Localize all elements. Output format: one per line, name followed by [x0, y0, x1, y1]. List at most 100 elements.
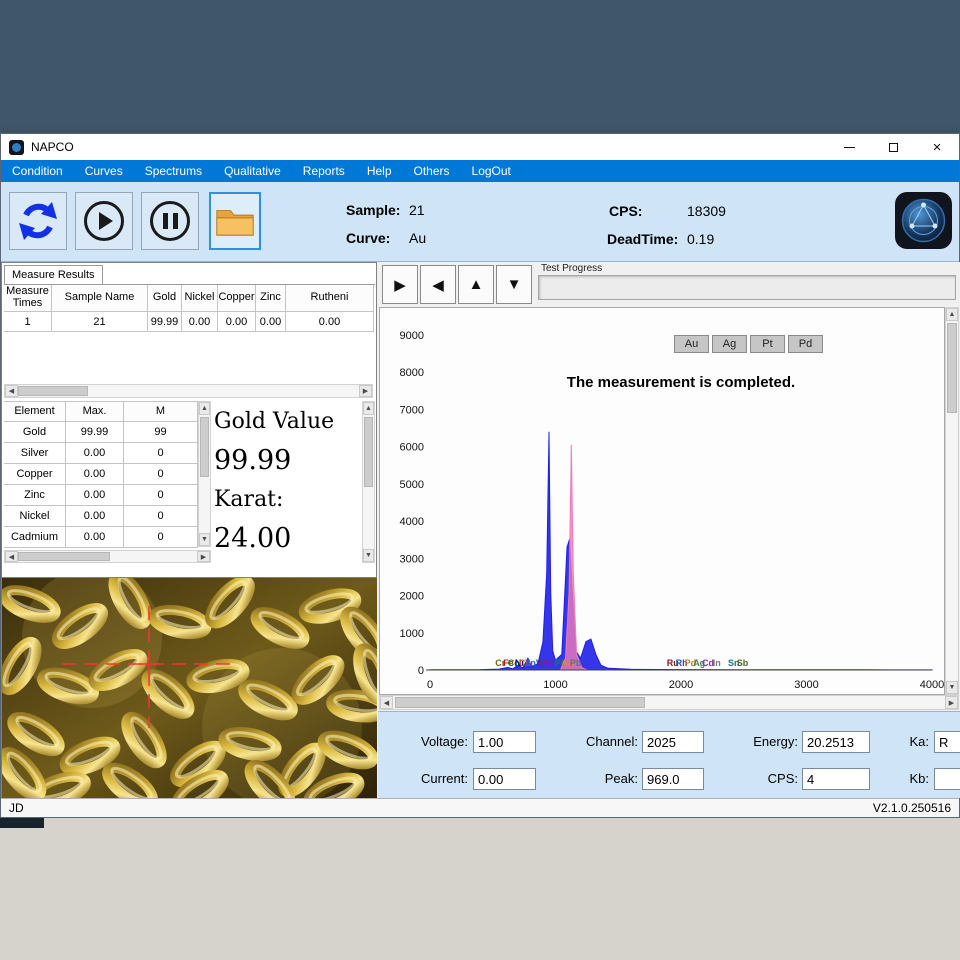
chart-nav-strip: ▶ ◀ ▲ ▼ Test Progress [378, 262, 960, 307]
element-button-ag[interactable]: Ag [712, 335, 747, 353]
element-vscrollbar[interactable]: ▲ ▼ [198, 401, 211, 547]
nav-down-button[interactable]: ▼ [496, 265, 532, 304]
results-column-header: Sample Name [52, 285, 148, 312]
gold-value-title: Gold Value [214, 403, 360, 441]
element-button-au[interactable]: Au [674, 335, 709, 353]
scroll-up-icon[interactable]: ▲ [199, 402, 210, 415]
open-folder-button[interactable] [209, 192, 261, 250]
window-title: NAPCO [31, 140, 74, 154]
brand-logo [895, 192, 953, 250]
tab-measure-results[interactable]: Measure Results [4, 265, 103, 284]
scroll-down-icon[interactable]: ▼ [946, 681, 958, 694]
chart-hscrollbar[interactable]: ◀ ▶ [379, 695, 959, 710]
menu-item-reports[interactable]: Reports [292, 160, 356, 182]
scroll-thumb[interactable] [18, 552, 110, 561]
menu-item-logout[interactable]: LogOut [461, 160, 522, 182]
scroll-track[interactable] [199, 415, 210, 533]
menu-item-help[interactable]: Help [356, 160, 403, 182]
menu-bar: ConditionCurvesSpectrumsQualitativeRepor… [1, 160, 959, 182]
element-hscrollbar[interactable]: ◀ ▶ [4, 550, 211, 563]
x-tick-label: 3000 [794, 679, 818, 691]
chart-vscrollbar[interactable]: ▲ ▼ [945, 307, 959, 695]
element-marker-Sb: Sb [737, 658, 749, 668]
scroll-left-icon[interactable]: ◀ [5, 385, 18, 397]
gold-display-vscrollbar[interactable]: ▲ ▼ [362, 401, 375, 563]
scroll-up-icon[interactable]: ▲ [363, 402, 374, 415]
right-triangle-icon: ▶ [394, 276, 406, 294]
menu-item-qualitative[interactable]: Qualitative [213, 160, 292, 182]
scroll-right-icon[interactable]: ▶ [197, 551, 210, 562]
close-button[interactable]: × [915, 134, 959, 160]
param-input-current[interactable] [473, 768, 536, 790]
scroll-track[interactable] [18, 385, 359, 397]
scroll-thumb[interactable] [18, 386, 88, 396]
element-table-row[interactable]: Silver0.000 [4, 443, 198, 464]
param-input-energy[interactable] [802, 731, 870, 753]
scroll-up-icon[interactable]: ▲ [946, 308, 958, 321]
y-tick-label: 2000 [400, 591, 424, 603]
scroll-track[interactable] [18, 551, 197, 562]
minimize-icon [844, 147, 855, 148]
maximize-button[interactable] [871, 134, 915, 160]
scroll-track[interactable] [363, 415, 374, 549]
param-input-ka[interactable] [934, 731, 960, 753]
element-table-row[interactable]: Copper0.000 [4, 464, 198, 485]
nav-up-button[interactable]: ▲ [458, 265, 494, 304]
element-table-row[interactable]: Zinc0.000 [4, 485, 198, 506]
menu-item-curves[interactable]: Curves [74, 160, 134, 182]
scroll-left-icon[interactable]: ◀ [380, 696, 393, 709]
y-tick-label: 3000 [400, 553, 424, 565]
pause-measure-button[interactable] [141, 192, 199, 250]
y-tick-label: 6000 [400, 442, 424, 454]
left-panel: Measure Results Measure TimesSample Name… [1, 262, 377, 798]
menu-item-condition[interactable]: Condition [1, 160, 74, 182]
scroll-left-icon[interactable]: ◀ [5, 551, 18, 562]
param-input-cps[interactable] [802, 768, 870, 790]
refresh-icon [16, 199, 60, 243]
element-cell: 0 [124, 506, 198, 527]
scroll-right-icon[interactable]: ▶ [359, 385, 372, 397]
element-table-row[interactable]: Cadmium0.000 [4, 527, 198, 548]
scroll-thumb[interactable] [395, 697, 645, 708]
menu-item-spectrums[interactable]: Spectrums [134, 160, 213, 182]
element-header-row: ElementMax.M [4, 402, 198, 422]
y-tick-label: 8000 [400, 367, 424, 379]
deadtime-value: 0.19 [687, 231, 714, 247]
scroll-down-icon[interactable]: ▼ [199, 533, 210, 546]
element-cell: 0.00 [66, 443, 124, 464]
param-input-peak[interactable] [642, 768, 704, 790]
param-input-kb[interactable] [934, 768, 960, 790]
deadtime-label: DeadTime: [607, 231, 678, 247]
element-column-header: Max. [66, 402, 124, 422]
x-tick-label: 4000 [920, 679, 944, 691]
param-input-voltage[interactable] [473, 731, 536, 753]
x-tick-label: 0 [427, 679, 433, 691]
nav-right-button[interactable]: ▶ [382, 265, 418, 304]
scroll-down-icon[interactable]: ▼ [363, 549, 374, 562]
scroll-thumb[interactable] [200, 417, 209, 477]
menu-item-others[interactable]: Others [403, 160, 461, 182]
spectrum-main-blue [430, 432, 932, 670]
scroll-thumb[interactable] [364, 417, 373, 487]
scroll-thumb[interactable] [947, 323, 957, 413]
param-label-peak: Peak: [561, 771, 638, 786]
element-column-header: Element [4, 402, 66, 422]
results-hscrollbar[interactable]: ◀ ▶ [4, 384, 373, 398]
element-button-pt[interactable]: Pt [750, 335, 785, 353]
element-table-row[interactable]: Gold99.9999 [4, 422, 198, 443]
scroll-track[interactable] [393, 696, 945, 709]
param-input-channel[interactable] [642, 731, 704, 753]
refresh-button[interactable] [9, 192, 67, 250]
scroll-right-icon[interactable]: ▶ [945, 696, 958, 709]
minimize-button[interactable] [827, 134, 871, 160]
nav-left-button[interactable]: ◀ [420, 265, 456, 304]
start-measure-button[interactable] [75, 192, 133, 250]
status-version: V2.1.0.250516 [873, 801, 951, 815]
element-button-pd[interactable]: Pd [788, 335, 823, 353]
results-table-row[interactable]: 12199.990.000.000.000.00 [4, 312, 375, 332]
scroll-track[interactable] [946, 321, 958, 681]
curve-label: Curve: [346, 230, 390, 246]
title-bar: NAPCO × [1, 134, 959, 160]
results-column-header: Rutheni [286, 285, 374, 312]
element-table-row[interactable]: Nickel0.000 [4, 506, 198, 527]
